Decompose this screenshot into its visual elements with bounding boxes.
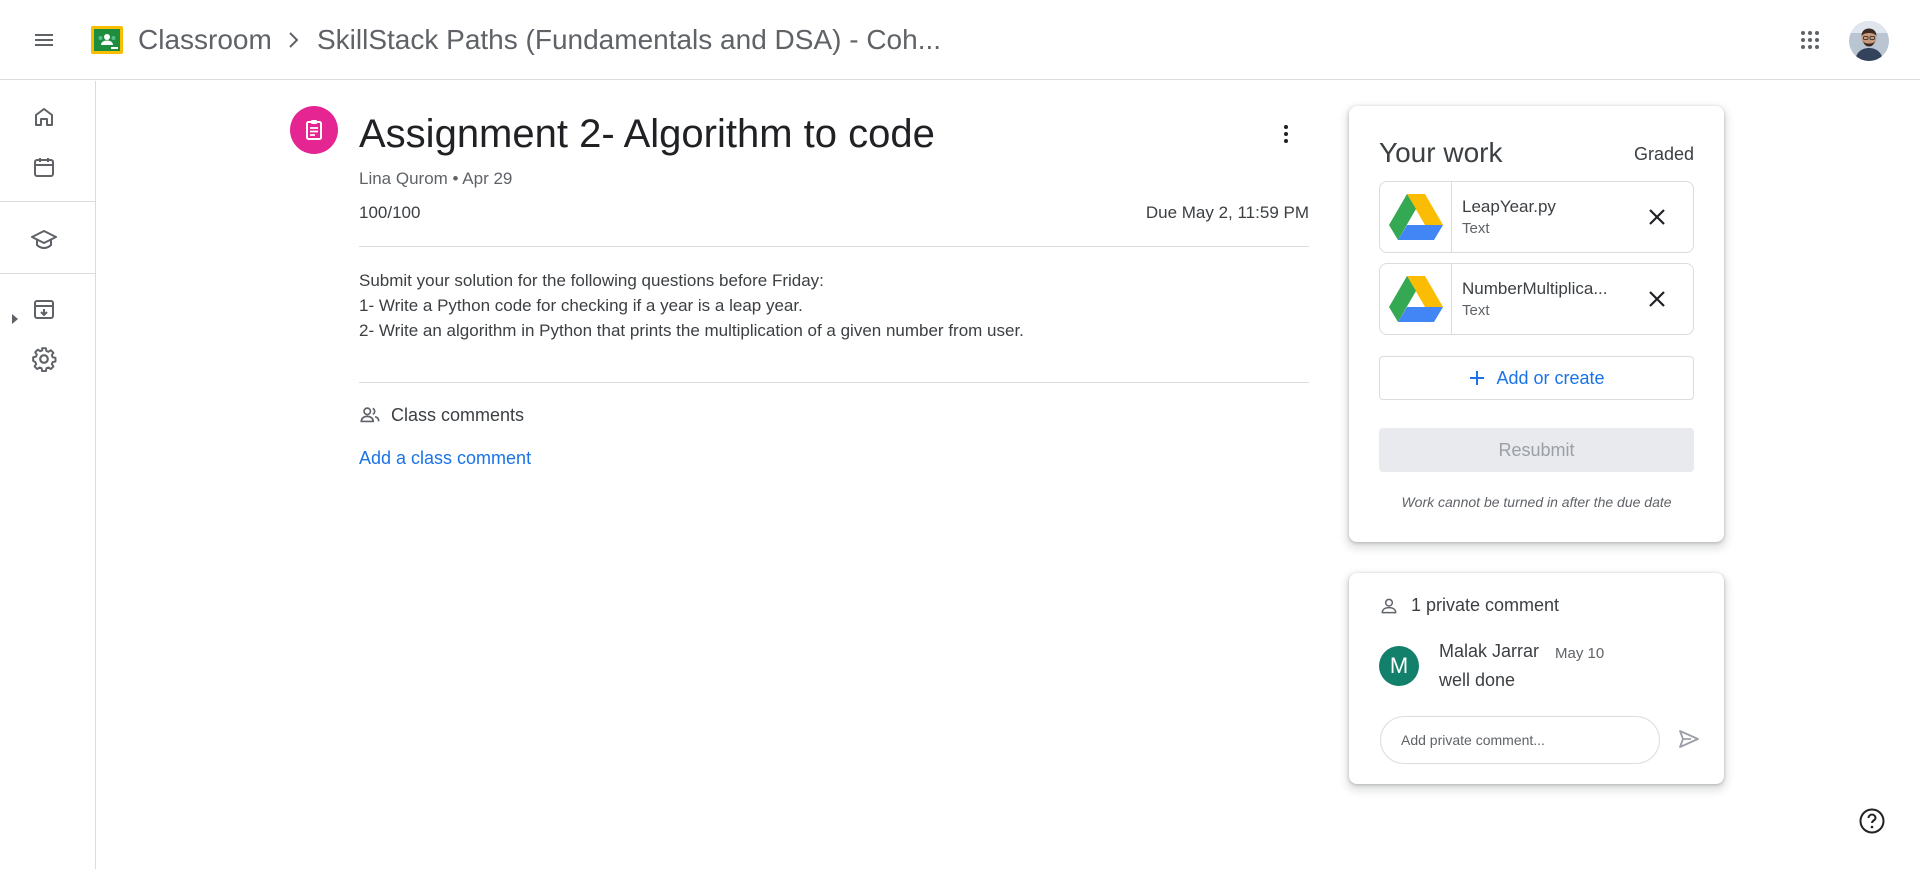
more-vert-icon [1284, 125, 1288, 143]
assignment-clipboard-icon [306, 120, 322, 140]
private-comment-input[interactable] [1380, 716, 1660, 764]
plus-icon [1470, 371, 1485, 385]
assignment-due-date: Due May 2, 11:59 PM [1145, 203, 1309, 222]
attachment-thumbnail [1380, 264, 1452, 334]
archive-download-icon [34, 300, 54, 319]
nav-settings[interactable] [24, 339, 64, 379]
divider [359, 246, 1309, 247]
instruction-line: 1- Write a Python code for checking if a… [359, 296, 803, 315]
menu-icon [35, 34, 53, 46]
person-icon [1381, 598, 1397, 613]
avatar: M [1379, 646, 1419, 686]
add-class-comment-link[interactable]: Add a class comment [359, 448, 531, 469]
top-app-bar: Classroom SkillStack Paths (Fundamentals… [0, 0, 1920, 80]
account-avatar[interactable] [1849, 21, 1889, 61]
classroom-logo[interactable] [91, 26, 123, 54]
more-options-button[interactable] [1266, 114, 1306, 154]
your-work-card: Your work Graded LeapYear.py Text Number… [1349, 106, 1724, 542]
nav-home[interactable] [24, 97, 64, 137]
send-comment-button[interactable] [1669, 719, 1709, 759]
private-comments-count: 1 private comment [1411, 595, 1560, 615]
nav-enrolled[interactable] [24, 219, 64, 259]
rail-divider [0, 273, 95, 274]
apps-grid-icon [1801, 31, 1819, 49]
google-apps-button[interactable] [1790, 20, 1830, 60]
instruction-line: 2- Write an algorithm in Python that pri… [359, 321, 1024, 340]
add-or-create-label: Add or create [1496, 367, 1605, 388]
class-comments-label: Class comments [391, 404, 525, 425]
nav-calendar[interactable] [24, 147, 64, 187]
attachment-thumbnail [1380, 182, 1452, 252]
add-or-create-button[interactable]: Add or create [1379, 356, 1694, 400]
school-cap-icon [31, 230, 57, 250]
home-icon [35, 108, 53, 126]
assignment-points: 100/100 [359, 203, 421, 222]
close-icon [1649, 291, 1665, 307]
help-button[interactable] [1854, 803, 1890, 839]
instruction-line: Submit your solution for the following q… [359, 271, 824, 290]
class-comments-header: Class comments [359, 404, 524, 426]
expand-caret-icon[interactable] [10, 311, 20, 327]
assignment-type-icon [290, 106, 338, 154]
rail-divider [0, 201, 95, 202]
google-drive-icon [1388, 276, 1443, 322]
attachment-name: NumberMultiplica... [1462, 279, 1608, 298]
comment-text: well done [1439, 670, 1516, 690]
status-badge: Graded [1633, 144, 1694, 164]
app-name[interactable]: Classroom [138, 24, 272, 56]
send-icon [1679, 730, 1699, 748]
google-drive-icon [1388, 194, 1443, 240]
attachment-type: Text [1462, 220, 1490, 237]
private-comments-card: 1 private comment M Malak Jarrar May 10 … [1349, 573, 1724, 784]
calendar-icon [34, 158, 54, 177]
user-avatar-icon [1849, 21, 1889, 61]
resubmit-button[interactable]: Resubmit [1379, 428, 1694, 472]
assignment-author-date: Lina Qurom • Apr 29 [359, 169, 513, 188]
attachment-name: LeapYear.py [1462, 197, 1556, 216]
nav-to-do[interactable] [24, 289, 64, 329]
chevron-right-icon [289, 32, 299, 48]
private-comments-header: 1 private comment [1379, 595, 1559, 616]
remove-attachment-button[interactable] [1637, 197, 1677, 237]
navigation-rail [0, 81, 96, 869]
help-icon [1859, 808, 1885, 834]
main-menu-button[interactable] [24, 20, 64, 60]
people-icon [360, 407, 380, 423]
attachment-type: Text [1462, 302, 1490, 319]
submission-note: Work cannot be turned in after the due d… [1401, 494, 1672, 510]
course-name-breadcrumb[interactable]: SkillStack Paths (Fundamentals and DSA) … [317, 24, 941, 56]
assignment-title: Assignment 2- Algorithm to code [359, 112, 935, 156]
attachment-item[interactable]: LeapYear.py Text [1379, 181, 1694, 253]
attachment-item[interactable]: NumberMultiplica... Text [1379, 263, 1694, 335]
close-icon [1649, 209, 1665, 225]
remove-attachment-button[interactable] [1637, 279, 1677, 319]
divider [359, 382, 1309, 383]
your-work-title: Your work [1379, 137, 1503, 168]
comment-author: Malak Jarrar [1439, 641, 1540, 661]
comment-date: May 10 [1555, 645, 1605, 662]
assignment-instructions: Submit your solution for the following q… [359, 268, 1024, 343]
gear-icon [32, 347, 57, 372]
